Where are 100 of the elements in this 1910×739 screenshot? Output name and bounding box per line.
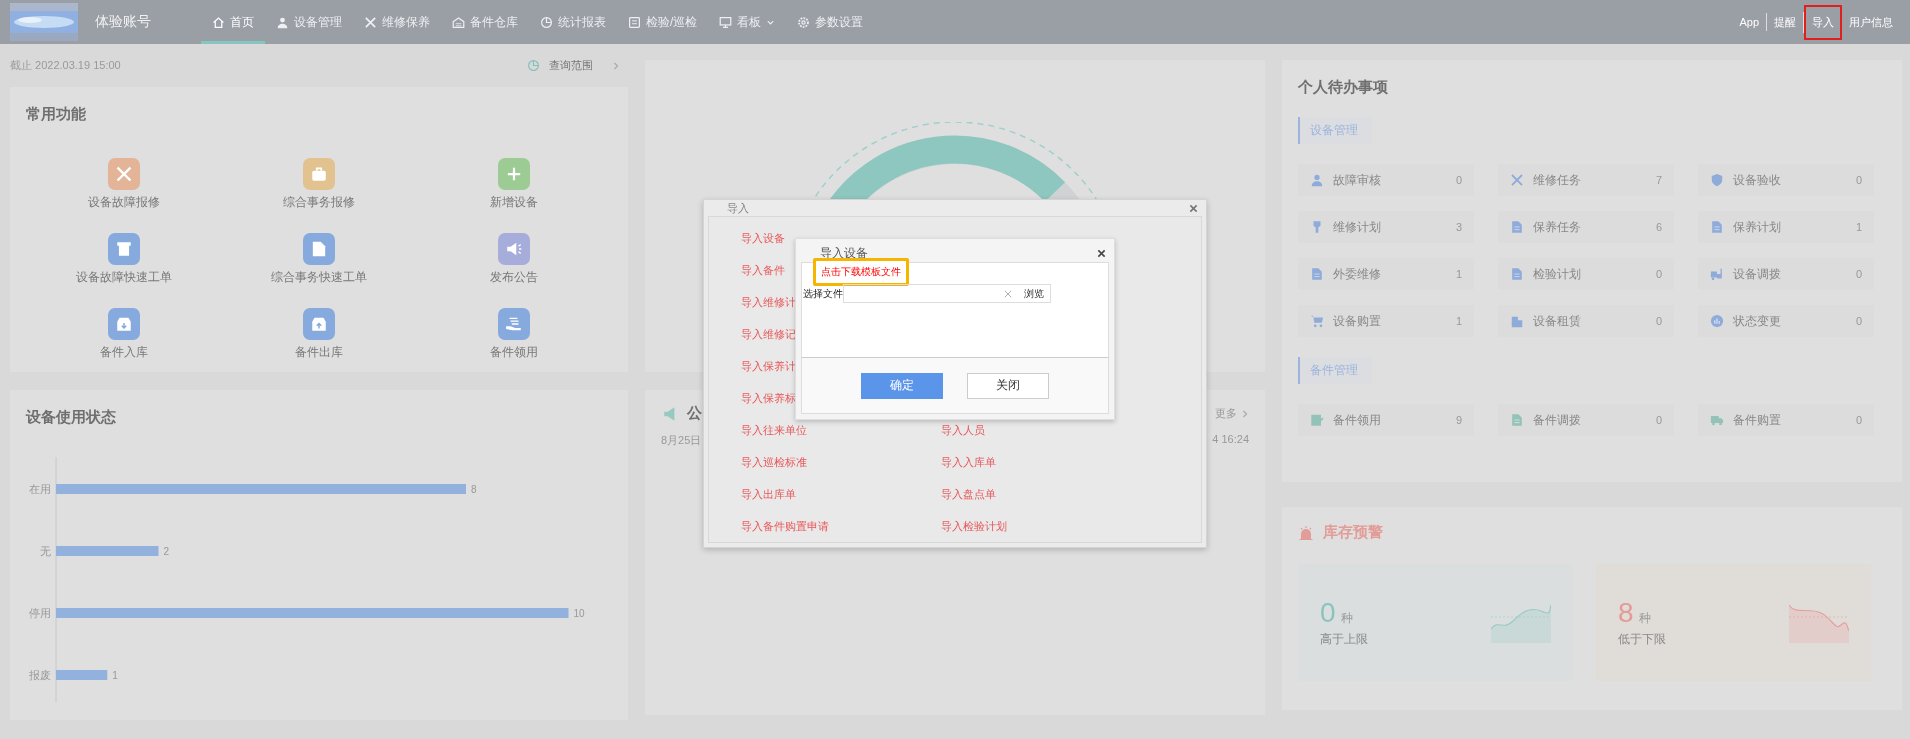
browse-button[interactable]: 浏览 [1024,286,1044,301]
todo-count: 1 [1855,221,1862,233]
card-title: 个人待办事项 [1298,78,1389,97]
shield-icon [1710,173,1724,187]
card-title: 公 [687,404,702,423]
document-icon [1510,220,1524,234]
import-link[interactable]: 导入人员 [941,422,1141,438]
import-link[interactable]: 导入盘点单 [941,486,1141,502]
clipboard-icon [628,15,641,29]
confirm-button[interactable]: 确定 [861,372,943,399]
todo-count: 9 [1455,414,1462,426]
todo-count: 0 [1655,268,1662,280]
nav-tab[interactable]: 统计报表 [529,0,617,44]
close-icon[interactable] [1189,203,1198,213]
data-label: 10 [573,608,585,619]
quick-function[interactable]: 备件出库 [221,308,417,361]
document-icon [1510,413,1524,427]
stat-unit: 种 [1638,610,1651,627]
nav-tab[interactable]: 检验/巡检 [617,0,709,44]
quick-function[interactable]: 发布公告 [416,233,612,286]
pie-icon [540,15,553,29]
card-title: 设备使用状态 [26,408,117,427]
file-field[interactable]: 浏览 [843,284,1051,303]
import-link[interactable]: 导入往来单位 [741,422,941,438]
account-name: 体验账号 [95,13,151,31]
todo-count: 0 [1455,174,1462,186]
announcement-time: 4 16:24 [1212,433,1249,447]
announcement-date: 8月25日 [661,433,702,448]
todo-count: 0 [1855,174,1862,186]
todo-count: 0 [1855,414,1862,426]
stat-unit: 种 [1340,610,1353,627]
gear-icon [797,15,811,29]
axis-label: 在用 [29,483,51,495]
stat-label: 低于下限 [1618,631,1666,648]
range-button[interactable]: 查询范围 [527,58,620,73]
todo-count: 0 [1655,414,1662,426]
import-link[interactable]: 导入出库单 [741,486,941,502]
nav-tab[interactable]: 参数设置 [786,0,875,44]
quick-function[interactable]: 设备故障快速工单 [26,233,222,286]
field-label: 选择文件 [803,286,843,301]
todo-count: 7 [1655,174,1662,186]
sparkline-drawing [1789,602,1849,643]
chevron-right-icon [1241,409,1249,418]
nav-tab[interactable]: 首页 [201,0,265,44]
quick-function[interactable]: 新增设备 [416,158,612,211]
document-icon [1710,220,1724,234]
import-link[interactable]: 导入备件购置申请 [741,518,941,534]
more-link[interactable]: 更多 [1215,406,1249,421]
header-link[interactable]: App [1732,13,1767,31]
person-icon [276,15,289,29]
stat-value: 0 [1320,597,1336,629]
document-icon [1510,267,1524,281]
person-icon [1310,173,1324,187]
import-link[interactable]: 导入检验计划 [941,518,1141,534]
quick-function[interactable]: 设备故障报修 [26,158,222,211]
dialog-title: 导入 [727,200,749,216]
todo-count: 0 [1855,268,1862,280]
edit-icon [1310,413,1324,427]
close-icon[interactable] [1097,249,1106,258]
bar [56,670,108,680]
quick-function[interactable]: 备件入库 [26,308,222,361]
quick-function[interactable]: 综合事务快速工单 [221,233,417,286]
todo-count: 1 [1455,315,1462,327]
chart-icon [1710,314,1724,328]
data-label: 1 [112,670,118,681]
axis-label: 报废 [29,669,51,681]
chevron-right-icon [612,61,620,70]
todo-count: 0 [1655,315,1662,327]
quick-function[interactable]: 综合事务报修 [221,158,417,211]
cart-icon [1310,314,1324,328]
truck-icon [1710,413,1724,427]
warehouse-icon [452,15,465,29]
stat-value: 8 [1618,597,1634,629]
card-title: 常用功能 [26,105,87,124]
import-link[interactable]: 导入巡检标准 [741,454,941,470]
home-icon [212,15,225,29]
nav-tab[interactable]: 看板 [708,0,787,44]
clear-icon[interactable] [1004,289,1012,298]
header-link[interactable]: 提醒 [1767,11,1804,33]
monitor-icon [719,15,733,29]
card-title: 库存预警 [1323,523,1383,542]
nav-tab[interactable]: 备件仓库 [441,0,529,44]
nav-tab[interactable]: 维修保养 [353,0,441,44]
header-link[interactable]: 导入 [1804,4,1842,40]
quick-function[interactable]: 备件领用 [416,308,612,361]
sparkline-drawing [1491,602,1551,643]
template-download-link[interactable]: 点击下载模板文件 [813,258,909,286]
data-label: 8 [471,484,477,495]
axis-label: 无 [40,545,51,557]
todo-count: 1 [1455,268,1462,280]
nav-tab[interactable]: 设备管理 [265,0,353,44]
axis-label: 停用 [29,607,51,619]
building-icon [1510,314,1524,328]
document-icon [1310,267,1324,281]
header-link[interactable]: 用户信息 [1842,11,1900,33]
forklift-icon [1710,267,1724,281]
todo-count: 3 [1455,221,1462,233]
todo-count: 6 [1655,221,1662,233]
import-link[interactable]: 导入入库单 [941,454,1141,470]
close-button[interactable]: 关闭 [967,372,1049,399]
